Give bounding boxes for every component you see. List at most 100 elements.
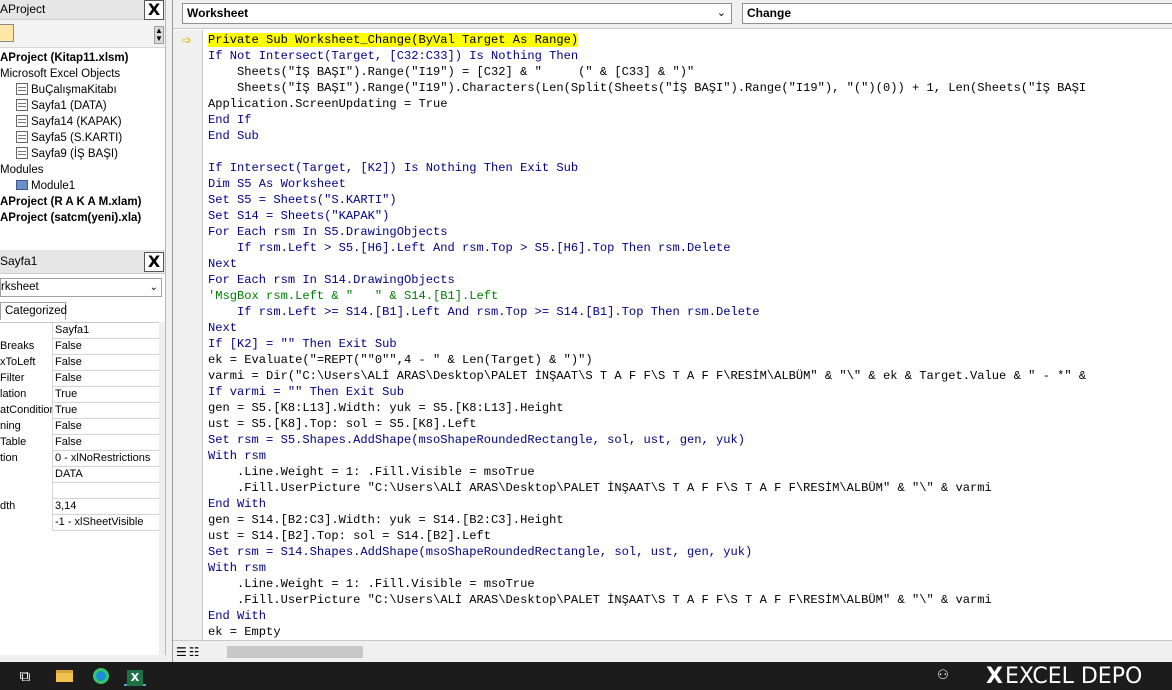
code-editor[interactable]: Private Sub Worksheet_Change(ByVal Targe… bbox=[204, 30, 1172, 640]
property-row[interactable]: tion 0 - xlNoRestrictions bbox=[0, 451, 160, 467]
property-name: Table bbox=[0, 435, 53, 451]
property-name: tion bbox=[0, 451, 53, 467]
property-row[interactable]: atCondition True bbox=[0, 403, 160, 419]
property-row[interactable]: Table False bbox=[0, 435, 160, 451]
property-value[interactable]: 0 - xlNoRestrictions bbox=[55, 451, 160, 467]
property-row[interactable]: DATA bbox=[0, 467, 160, 483]
property-value[interactable]: True bbox=[55, 403, 160, 419]
project-tree-item[interactable]: BuÇalışmaKitabı bbox=[16, 82, 117, 98]
watermark-text: EXCEL DEPO bbox=[1004, 664, 1143, 689]
horizontal-scroll-thumb[interactable] bbox=[227, 646, 363, 658]
code-line: Set S14 = Sheets("KAPAK") bbox=[208, 208, 1086, 224]
sheet-icon bbox=[16, 115, 28, 127]
project-tree-item[interactable]: Sayfa14 (KAPAK) bbox=[16, 114, 122, 130]
people-icon[interactable]: ⚇ bbox=[932, 666, 954, 686]
property-name bbox=[0, 323, 53, 339]
properties-object-select-value: rksheet bbox=[1, 281, 39, 293]
code-line-text: Next bbox=[208, 321, 238, 335]
properties-object-select[interactable]: rksheet ⌄ bbox=[0, 278, 162, 297]
chevron-down-icon: ⌄ bbox=[149, 282, 158, 293]
properties-close-button[interactable]: X bbox=[144, 252, 164, 272]
code-line-text: If Not Intersect(Target, [C32:C33]) Is N… bbox=[208, 49, 579, 63]
code-window-footer: ☰☷ bbox=[173, 640, 1172, 662]
property-name bbox=[0, 515, 53, 531]
property-value[interactable]: Sayfa1 bbox=[55, 323, 160, 339]
horizontal-scrollbar[interactable] bbox=[203, 646, 1172, 658]
code-line-text: With rsm bbox=[208, 561, 267, 575]
code-line-text: Set rsm = S5.Shapes.AddShape(msoShapeRou… bbox=[208, 433, 746, 447]
execution-arrow-icon: ➩ bbox=[182, 33, 193, 47]
sheet-icon bbox=[16, 147, 28, 159]
file-explorer-icon[interactable] bbox=[53, 666, 75, 686]
code-line: For Each rsm In S14.DrawingObjects bbox=[208, 272, 1086, 288]
project-tree-item[interactable]: AProject (Kitap11.xlsm) bbox=[0, 50, 128, 66]
property-value[interactable]: True bbox=[55, 387, 160, 403]
property-row[interactable] bbox=[0, 483, 160, 499]
procedure-combo[interactable]: Change bbox=[742, 3, 1172, 24]
project-explorer-close-button[interactable]: X bbox=[144, 0, 164, 20]
property-row[interactable]: Sayfa1 bbox=[0, 323, 160, 339]
property-row[interactable]: -1 - xlSheetVisible bbox=[0, 515, 160, 531]
project-tree-item-label: Sayfa9 (İŞ BAŞI) bbox=[31, 148, 118, 160]
property-value[interactable] bbox=[55, 483, 160, 499]
property-row[interactable]: xToLeft False bbox=[0, 355, 160, 371]
module-icon bbox=[16, 180, 28, 190]
code-line-text: Set S5 = Sheets("S.KARTI") bbox=[208, 193, 397, 207]
sheet-icon bbox=[16, 131, 28, 143]
property-row[interactable]: Filter False bbox=[0, 371, 160, 387]
code-window: Worksheet ⌄ Change ➩ Private Sub Workshe… bbox=[172, 0, 1172, 662]
edge-icon[interactable] bbox=[90, 666, 112, 686]
property-name bbox=[0, 483, 53, 499]
project-tree-item[interactable]: AProject (R A K A M.xlam) bbox=[0, 194, 141, 210]
property-value[interactable]: False bbox=[55, 419, 160, 435]
project-tree-item[interactable]: Module1 bbox=[16, 178, 75, 194]
toggle-folders-icon[interactable] bbox=[0, 24, 14, 42]
code-window-header: Worksheet ⌄ Change bbox=[173, 0, 1172, 29]
property-value[interactable]: DATA bbox=[55, 467, 160, 483]
property-row[interactable]: dth 3,14 bbox=[0, 499, 160, 515]
chevron-down-icon: ⌄ bbox=[716, 7, 726, 19]
project-tree-item[interactable]: Modules bbox=[0, 162, 43, 178]
project-tree-item[interactable]: Microsoft Excel Objects bbox=[0, 66, 120, 82]
property-row[interactable]: Breaks False bbox=[0, 339, 160, 355]
view-toggle-icon[interactable]: ☰☷ bbox=[176, 645, 202, 659]
code-line: .Line.Weight = 1: .Fill.Visible = msoTru… bbox=[208, 464, 1086, 480]
tab-categorized[interactable]: Categorized bbox=[0, 302, 67, 320]
code-line-text: End If bbox=[208, 113, 252, 127]
project-tree-item[interactable]: Sayfa1 (DATA) bbox=[16, 98, 107, 114]
code-line: Set S5 = Sheets("S.KARTI") bbox=[208, 192, 1086, 208]
code-margin[interactable]: ➩ bbox=[173, 30, 203, 640]
properties-scrollbar[interactable] bbox=[159, 322, 165, 655]
property-value[interactable]: False bbox=[55, 371, 160, 387]
code-line: If Not Intersect(Target, [C32:C33]) Is N… bbox=[208, 48, 1086, 64]
property-value[interactable]: -1 - xlSheetVisible bbox=[55, 515, 160, 531]
code-line: Set rsm = S5.Shapes.AddShape(msoShapeRou… bbox=[208, 432, 1086, 448]
properties-titlebar: Sayfa1 X bbox=[0, 250, 165, 274]
toolbar-scroll-icon[interactable]: ▲ ▼ bbox=[154, 26, 164, 44]
code-line-text: varmi = Dir("C:\Users\ALİ ARAS\Desktop\P… bbox=[208, 369, 1087, 383]
project-tree-item-label: Modules bbox=[0, 164, 44, 176]
property-name bbox=[0, 467, 53, 483]
code-line-text: .Line.Weight = 1: .Fill.Visible = msoTru… bbox=[208, 465, 535, 479]
project-tree-item[interactable]: Sayfa9 (İŞ BAŞI) bbox=[16, 146, 118, 162]
code-line: ek = Evaluate("=REPT(""0"",4 - " & Len(T… bbox=[208, 352, 1086, 368]
project-tree-item[interactable]: Sayfa5 (S.KARTI) bbox=[16, 130, 122, 146]
property-value[interactable]: False bbox=[55, 339, 160, 355]
project-explorer-title: AProject bbox=[0, 2, 46, 16]
task-view-icon[interactable]: ⧉ bbox=[14, 666, 36, 686]
code-line: varmi = Dir("C:\Users\ALİ ARAS\Desktop\P… bbox=[208, 368, 1086, 384]
property-row[interactable]: ning False bbox=[0, 419, 160, 435]
code-line-text: .Fill.UserPicture "C:\Users\ALİ ARAS\Des… bbox=[208, 481, 992, 495]
code-line-text: If rsm.Left >= S14.[B1].Left And rsm.Top… bbox=[208, 305, 760, 319]
project-tree-item[interactable]: AProject (satcm(yeni).xla) bbox=[0, 210, 141, 226]
property-row[interactable]: lation True bbox=[0, 387, 160, 403]
property-value[interactable]: 3,14 bbox=[55, 499, 160, 515]
code-line-text: End With bbox=[208, 497, 267, 511]
project-explorer-pane: AProject X ▲ ▼ AProject (Kitap11.xlsm) Mic… bbox=[0, 0, 166, 250]
excel-icon[interactable]: X bbox=[124, 666, 146, 686]
object-combo[interactable]: Worksheet ⌄ bbox=[182, 3, 732, 24]
code-line: gen = S14.[B2:C3].Width: yuk = S14.[B2:C… bbox=[208, 512, 1086, 528]
project-tree-item-label: Microsoft Excel Objects bbox=[0, 68, 121, 80]
property-value[interactable]: False bbox=[55, 435, 160, 451]
property-value[interactable]: False bbox=[55, 355, 160, 371]
